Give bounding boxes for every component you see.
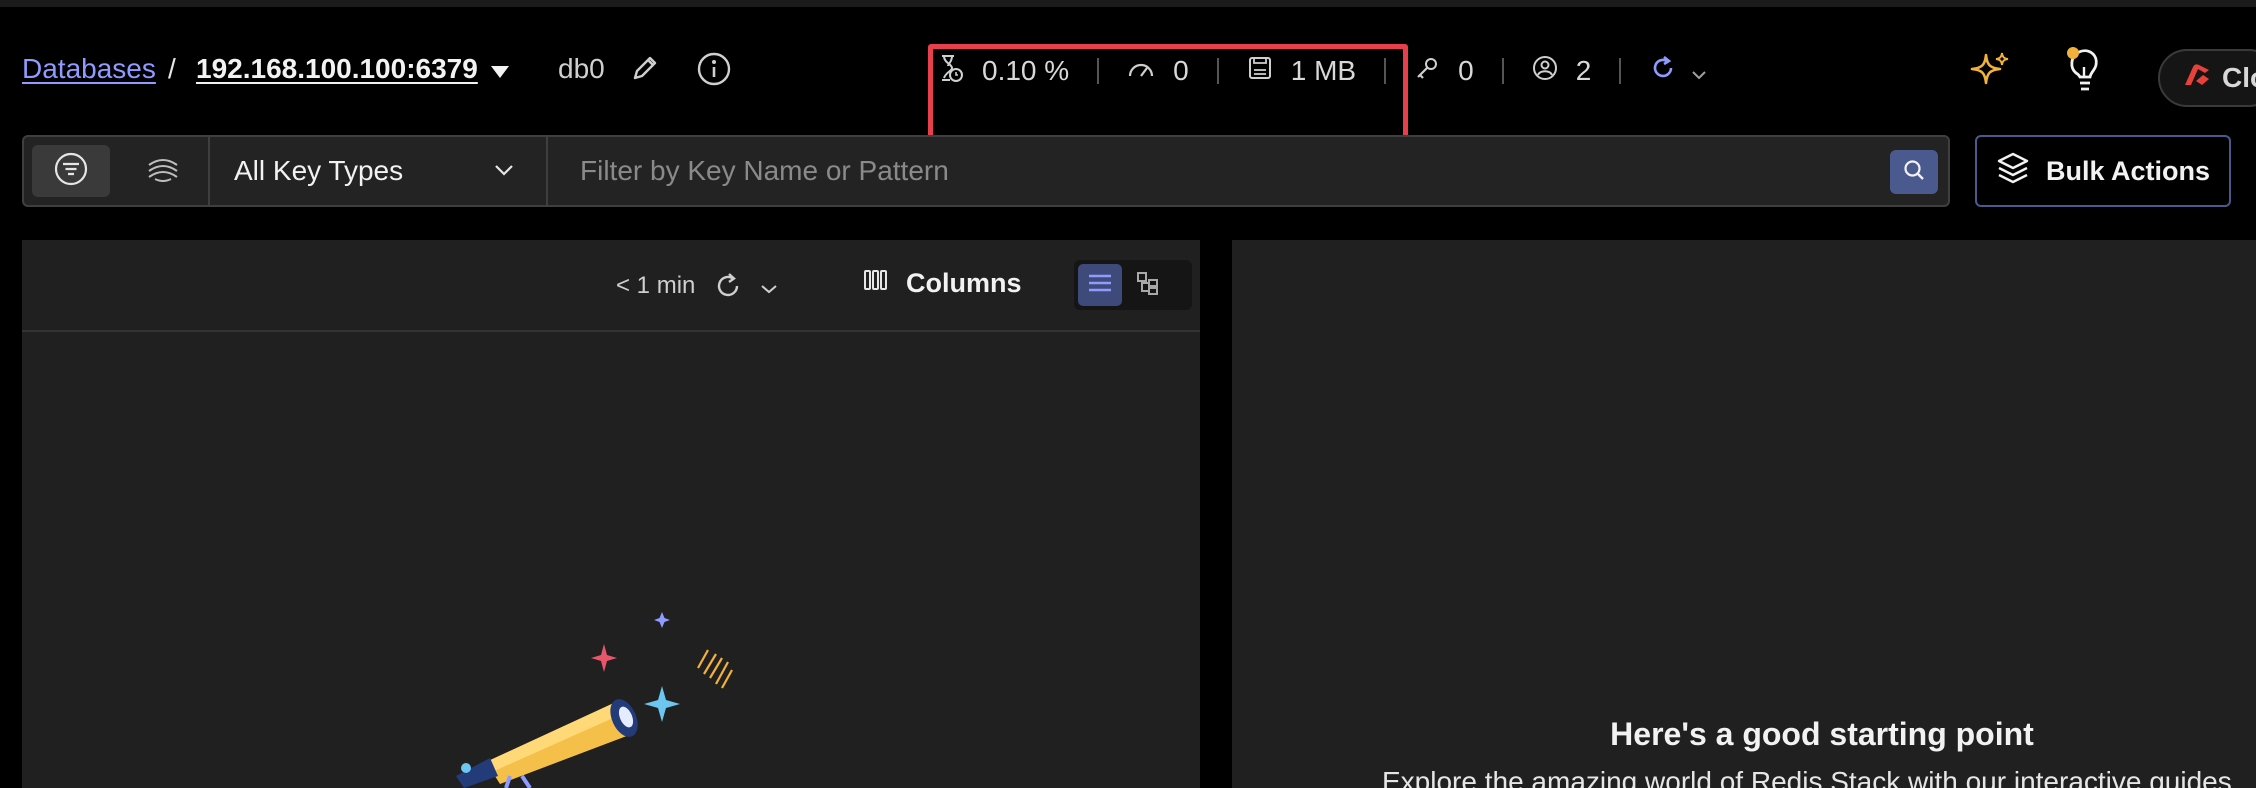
columns-label: Columns [906, 268, 1022, 298]
breadcrumb-databases-link[interactable]: Databases [22, 53, 156, 85]
redis-cloud-label: Clo [2222, 62, 2256, 93]
breadcrumb-separator: / [168, 53, 176, 84]
key-icon [1414, 55, 1440, 88]
vector-search-mode-button[interactable] [124, 145, 202, 197]
db-header: Databases / 192.168.100.100:6379 db0 0.1… [0, 7, 2256, 140]
starting-point-title: Here's a good starting point [1610, 716, 2034, 752]
refresh-icon[interactable] [1649, 54, 1677, 89]
bulk-actions-button[interactable]: Bulk Actions [1975, 135, 2231, 207]
list-view-icon [1087, 272, 1113, 299]
redis-logo-icon [2182, 61, 2212, 96]
filter-divider [546, 137, 548, 205]
starting-point-subtitle: Explore the amazing world of Redis Stack… [1382, 766, 2232, 788]
details-panel: Here's a good starting point Explore the… [1232, 240, 2256, 788]
auto-refresh-control[interactable] [1621, 41, 1735, 101]
chevron-down-icon[interactable] [758, 278, 780, 300]
list-view-button[interactable] [1078, 264, 1122, 306]
stat-keys-value: 0 [1458, 55, 1474, 86]
stat-clients-value: 2 [1575, 55, 1592, 86]
db-switch-caret-icon[interactable] [490, 65, 510, 84]
columns-icon [862, 268, 888, 299]
bulk-actions-label: Bulk Actions [2045, 155, 2211, 186]
filter-icon [53, 151, 89, 192]
tree-view-icon [1135, 270, 1161, 301]
search-icon [1902, 158, 1926, 187]
tree-view-button[interactable] [1126, 264, 1170, 306]
chevron-down-icon[interactable] [494, 163, 514, 182]
telescope-illustration [426, 600, 826, 788]
redis-cloud-button[interactable]: Clo [2158, 49, 2256, 107]
filter-mode-button[interactable] [32, 145, 110, 197]
stats-highlight-box [928, 44, 1408, 140]
stack-icon [145, 153, 181, 190]
user-icon [1532, 55, 1558, 88]
db-info-icon[interactable] [696, 51, 732, 87]
columns-button[interactable]: Columns [862, 268, 1022, 299]
layers-icon [1996, 151, 2030, 192]
lightbulb-icon[interactable] [2062, 43, 2106, 97]
filter-divider [208, 137, 210, 205]
key-list-header: < 1 min Columns [22, 240, 1200, 332]
ai-sparkle-icon[interactable] [1968, 49, 2012, 93]
refresh-icon[interactable] [712, 270, 744, 302]
search-submit-button[interactable] [1890, 150, 1938, 194]
db-index-label: db0 [558, 53, 605, 84]
last-refresh-label: < 1 min [616, 272, 696, 299]
key-search-input[interactable] [580, 147, 1900, 195]
key-type-selected: All Key Types [234, 155, 404, 186]
stat-clients: 2 [1504, 41, 1620, 101]
edit-db-pencil-icon[interactable] [628, 51, 662, 85]
chevron-down-icon[interactable] [1691, 55, 1707, 87]
window-top-strip [0, 0, 2256, 7]
key-filter-bar: All Key Types [22, 135, 1950, 207]
view-mode-toggle [1074, 260, 1192, 310]
breadcrumb-db-host[interactable]: 192.168.100.100:6379 [196, 53, 478, 85]
key-list-panel: < 1 min Columns [22, 240, 1200, 788]
